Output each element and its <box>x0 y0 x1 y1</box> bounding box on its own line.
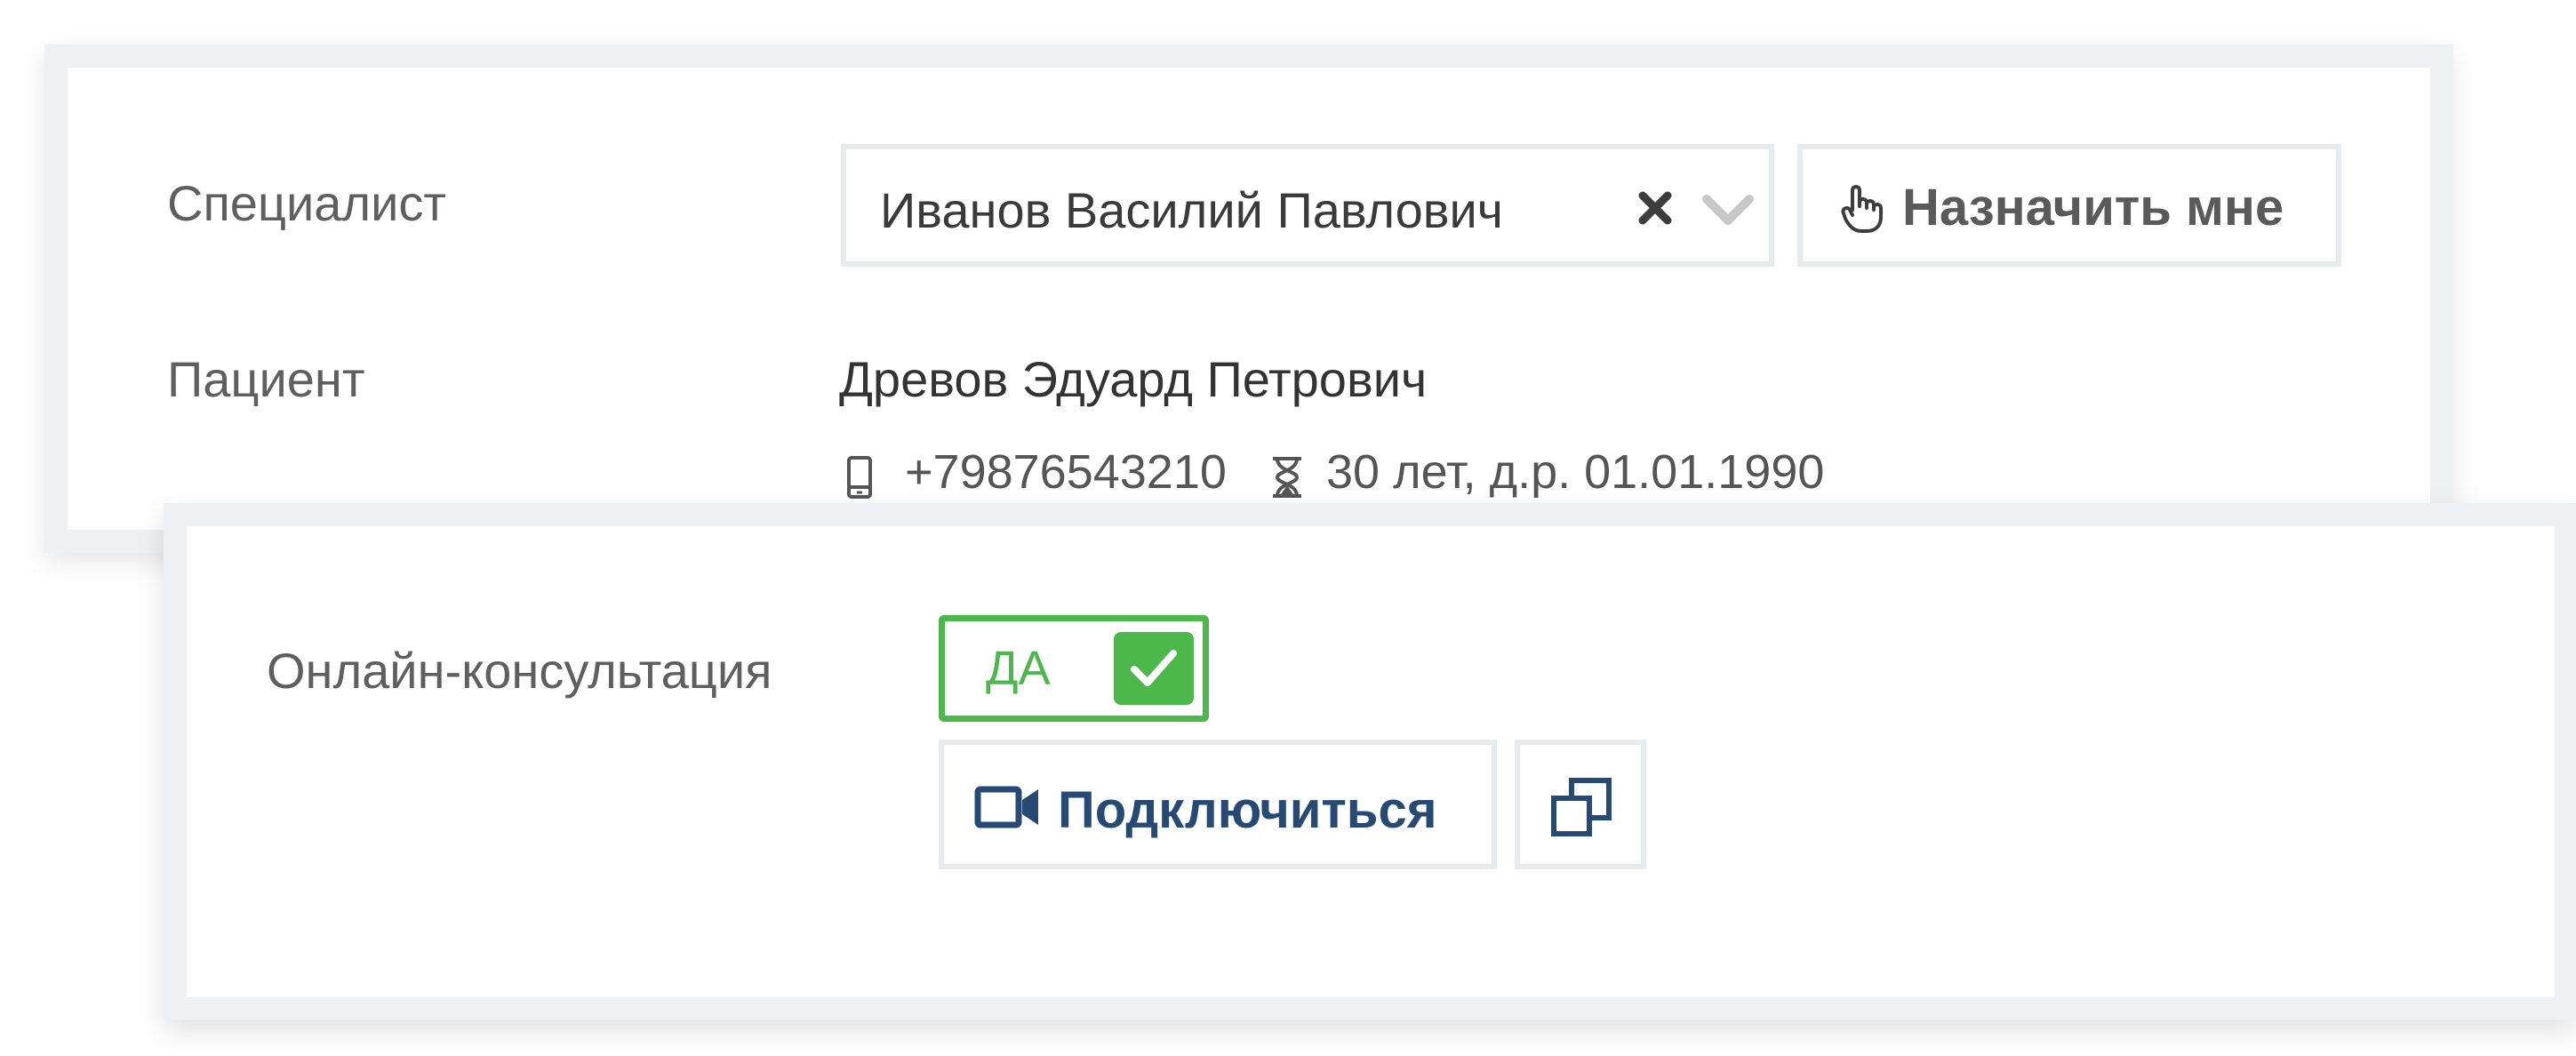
hourglass-icon <box>1271 455 1303 500</box>
assign-to-me-label: Назначить мне <box>1902 179 2284 236</box>
video-camera-icon <box>974 784 1042 830</box>
specialist-select[interactable]: Иванов Василий Павлович <box>841 144 1774 267</box>
connect-button-label: Подключиться <box>1058 781 1437 839</box>
online-consultation-toggle[interactable]: ДА <box>939 615 1209 722</box>
patient-age-info: 30 лет, д.р. 01.01.1990 <box>1326 445 1825 499</box>
online-consultation-label: Онлайн-консультация <box>267 643 772 699</box>
hand-pointer-icon <box>1840 183 1884 233</box>
mobile-phone-icon <box>846 455 873 500</box>
copy-link-button[interactable] <box>1515 740 1646 869</box>
checkmark-icon <box>1114 632 1194 705</box>
specialist-selected-value: Иванов Василий Павлович <box>880 182 1503 238</box>
specialist-label: Специалист <box>167 175 447 231</box>
online-consultation-card: Онлайн-консультация ДА Подключиться <box>164 503 2576 1020</box>
close-icon[interactable] <box>1636 188 1675 228</box>
patient-phone: +79876543210 <box>905 445 1227 499</box>
assign-to-me-button[interactable]: Назначить мне <box>1797 144 2341 267</box>
chevron-down-icon[interactable] <box>1701 190 1755 229</box>
specialist-patient-card: Специалист Иванов Василий Павлович Назна… <box>44 44 2453 553</box>
patient-name: Древов Эдуард Петрович <box>839 351 1428 407</box>
patient-label: Пациент <box>167 351 365 407</box>
connect-button[interactable]: Подключиться <box>939 740 1497 869</box>
toggle-label: ДА <box>986 642 1051 695</box>
copy-icon <box>1551 778 1612 836</box>
